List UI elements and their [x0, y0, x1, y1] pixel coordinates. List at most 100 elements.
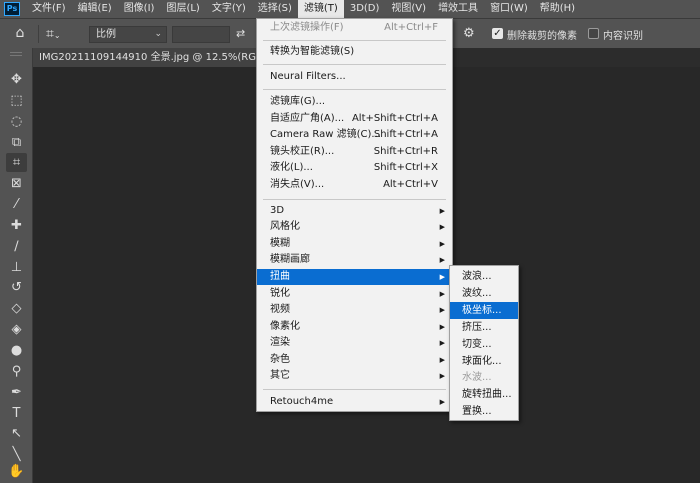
spherize-item[interactable]: 球面化... [450, 353, 518, 370]
submenu-arrow-icon: ▶ [439, 323, 445, 331]
submenu-distort[interactable]: 扭曲 ▶ [257, 269, 452, 285]
menu-item-label: 3D [270, 205, 285, 216]
document-title: IMG20211109144910 全景.jpg @ 12.5%(RGB/8*)… [39, 52, 283, 63]
gear-icon[interactable]: ⚙ [463, 26, 477, 42]
submenu-arrow-icon: ▶ [439, 356, 445, 364]
chevron-down-icon: ⌄ [154, 29, 162, 39]
menu-item-shortcut: Alt+Shift+Ctrl+A [351, 113, 438, 124]
menu-item-label: 其它 [270, 370, 290, 381]
menu-edit[interactable]: 编辑(E) [72, 0, 118, 18]
submenu-render[interactable]: 渲染 ▶ [257, 335, 452, 351]
menu-bar: Ps 文件(F) 编辑(E) 图像(I) 图层(L) 文字(Y) 选择(S) 滤… [0, 0, 700, 18]
menu-item-label: 渲染 [270, 337, 290, 348]
menu-layer[interactable]: 图层(L) [160, 0, 205, 18]
crop-tool-preset-icon[interactable]: ⌗⌄ [46, 24, 76, 44]
liquify-item[interactable]: 液化(L)... Shift+Ctrl+X [257, 160, 452, 176]
menu-help[interactable]: 帮助(H) [534, 0, 581, 18]
history-brush-tool-icon[interactable]: ↺ [6, 278, 27, 297]
menu-image[interactable]: 图像(I) [118, 0, 161, 18]
submenu-arrow-icon: ▶ [439, 240, 445, 248]
submenu-blur-gallery[interactable]: 模糊画廊 ▶ [257, 252, 452, 268]
menu-type[interactable]: 文字(Y) [206, 0, 252, 18]
menu-window[interactable]: 窗口(W) [484, 0, 534, 18]
submenu-arrow-icon: ▶ [439, 256, 445, 264]
polar-coordinates-item[interactable]: 极坐标... [450, 302, 518, 319]
submenu-noise[interactable]: 杂色 ▶ [257, 352, 452, 368]
path-select-tool-icon[interactable]: ↖ [6, 424, 27, 443]
submenu-arrow-icon: ▶ [439, 207, 445, 215]
stamp-tool-icon[interactable]: ⊥ [6, 258, 27, 277]
submenu-arrow-icon: ▶ [439, 372, 445, 380]
adaptive-wide-angle-item[interactable]: 自适应广角(A)... Alt+Shift+Ctrl+A [257, 111, 452, 127]
submenu-stylize[interactable]: 风格化 ▶ [257, 219, 452, 235]
menu-plugins[interactable]: 增效工具 [432, 0, 484, 18]
pinch-item[interactable]: 挤压... [450, 319, 518, 336]
submenu-3d[interactable]: 3D ▶ [257, 203, 452, 219]
menu-item-label: 液化(L)... [270, 162, 313, 173]
distort-submenu: 波浪... 波纹... 极坐标... 挤压... 切变... 球面化... 水波… [449, 265, 519, 421]
shear-item[interactable]: 切变... [450, 336, 518, 353]
twirl-item[interactable]: 旋转扭曲... [450, 386, 518, 403]
submenu-blur[interactable]: 模糊 ▶ [257, 236, 452, 252]
last-filter-item[interactable]: 上次滤镜操作(F) Alt+Ctrl+F [257, 20, 452, 36]
menu-item-label: 风格化 [270, 221, 300, 232]
hand-tool-icon[interactable]: ✋ [6, 462, 27, 481]
delete-cropped-checkbox[interactable]: ✓ [492, 28, 503, 39]
menu-item-label: 像素化 [270, 321, 300, 332]
options-divider [38, 25, 39, 43]
wave-item[interactable]: 波浪... [450, 268, 518, 285]
displace-item[interactable]: 置换... [450, 403, 518, 420]
menu-item-label: 扭曲 [270, 271, 290, 282]
tools-panel: ✥ ⬚ ◌ ⧉ ⌗ ⊠ ⁄ ✚ ∕ ⊥ ↺ ◇ ◈ ● ⚲ ✒ T ↖ ╲ ✋ [0, 48, 33, 483]
menu-file[interactable]: 文件(F) [26, 0, 72, 18]
menu-separator [263, 64, 446, 65]
type-tool-icon[interactable]: T [6, 404, 27, 423]
ratio-value: 比例 [96, 29, 116, 40]
ratio-select[interactable]: 比例 ⌄ [89, 26, 167, 43]
paint-bucket-tool-icon[interactable]: ◈ [6, 320, 27, 339]
submenu-video[interactable]: 视频 ▶ [257, 302, 452, 318]
vanishing-point-item[interactable]: 消失点(V)... Alt+Ctrl+V [257, 177, 452, 193]
menu-item-label: 模糊画廊 [270, 254, 310, 265]
convert-smart-filter-item[interactable]: 转换为智能滤镜(S) [257, 44, 452, 60]
menu-select[interactable]: 选择(S) [252, 0, 298, 18]
menu-item-label: 自适应广角(A)... [270, 113, 345, 124]
brush-tool-icon[interactable]: ∕ [6, 237, 27, 256]
menu-item-shortcut: Alt+Ctrl+V [383, 179, 438, 190]
swap-icon[interactable]: ⇄ [236, 26, 250, 42]
submenu-arrow-icon: ▶ [439, 223, 445, 231]
menu-item-label: 消失点(V)... [270, 179, 325, 190]
crop-tool-icon[interactable]: ⌗ [6, 153, 27, 172]
menu-filter[interactable]: 滤镜(T) [297, 0, 344, 18]
submenu-retouch4me[interactable]: Retouch4me ▶ [257, 394, 452, 410]
submenu-pixelate[interactable]: 像素化 ▶ [257, 319, 452, 335]
lens-correction-item[interactable]: 镜头校正(R)... Shift+Ctrl+R [257, 144, 452, 160]
marquee-tool-icon[interactable]: ⬚ [6, 91, 27, 110]
submenu-sharpen[interactable]: 锐化 ▶ [257, 286, 452, 302]
eyedropper-tool-icon[interactable]: ⁄ [6, 195, 27, 214]
menu-3d[interactable]: 3D(D) [344, 0, 386, 18]
filter-gallery-item[interactable]: 滤镜库(G)... [257, 94, 452, 110]
submenu-other[interactable]: 其它 ▶ [257, 368, 452, 384]
zigzag-item[interactable]: 水波... [450, 369, 518, 386]
blur-tool-icon[interactable]: ● [6, 341, 27, 360]
menu-view[interactable]: 视图(V) [385, 0, 432, 18]
panel-grip[interactable] [10, 52, 22, 56]
healing-brush-tool-icon[interactable]: ✚ [6, 216, 27, 235]
menu-item-label: 杂色 [270, 354, 290, 365]
content-aware-checkbox[interactable] [588, 28, 599, 39]
menu-separator [263, 89, 446, 90]
eraser-tool-icon[interactable]: ◇ [6, 299, 27, 318]
dodge-tool-icon[interactable]: ⚲ [6, 362, 27, 381]
camera-raw-filter-item[interactable]: Camera Raw 滤镜(C)... Shift+Ctrl+A [257, 127, 452, 143]
move-tool-icon[interactable]: ✥ [6, 70, 27, 89]
home-icon[interactable]: ⌂ [12, 25, 28, 41]
ripple-item[interactable]: 波纹... [450, 285, 518, 302]
document-tab[interactable]: IMG20211109144910 全景.jpg @ 12.5%(RGB/8*)… [33, 48, 283, 67]
pen-tool-icon[interactable]: ✒ [6, 383, 27, 402]
frame-tool-icon[interactable]: ⊠ [6, 174, 27, 193]
ratio-width-input[interactable] [172, 26, 230, 43]
lasso-tool-icon[interactable]: ◌ [6, 112, 27, 131]
neural-filters-item[interactable]: Neural Filters... [257, 69, 452, 85]
object-select-tool-icon[interactable]: ⧉ [6, 133, 27, 152]
